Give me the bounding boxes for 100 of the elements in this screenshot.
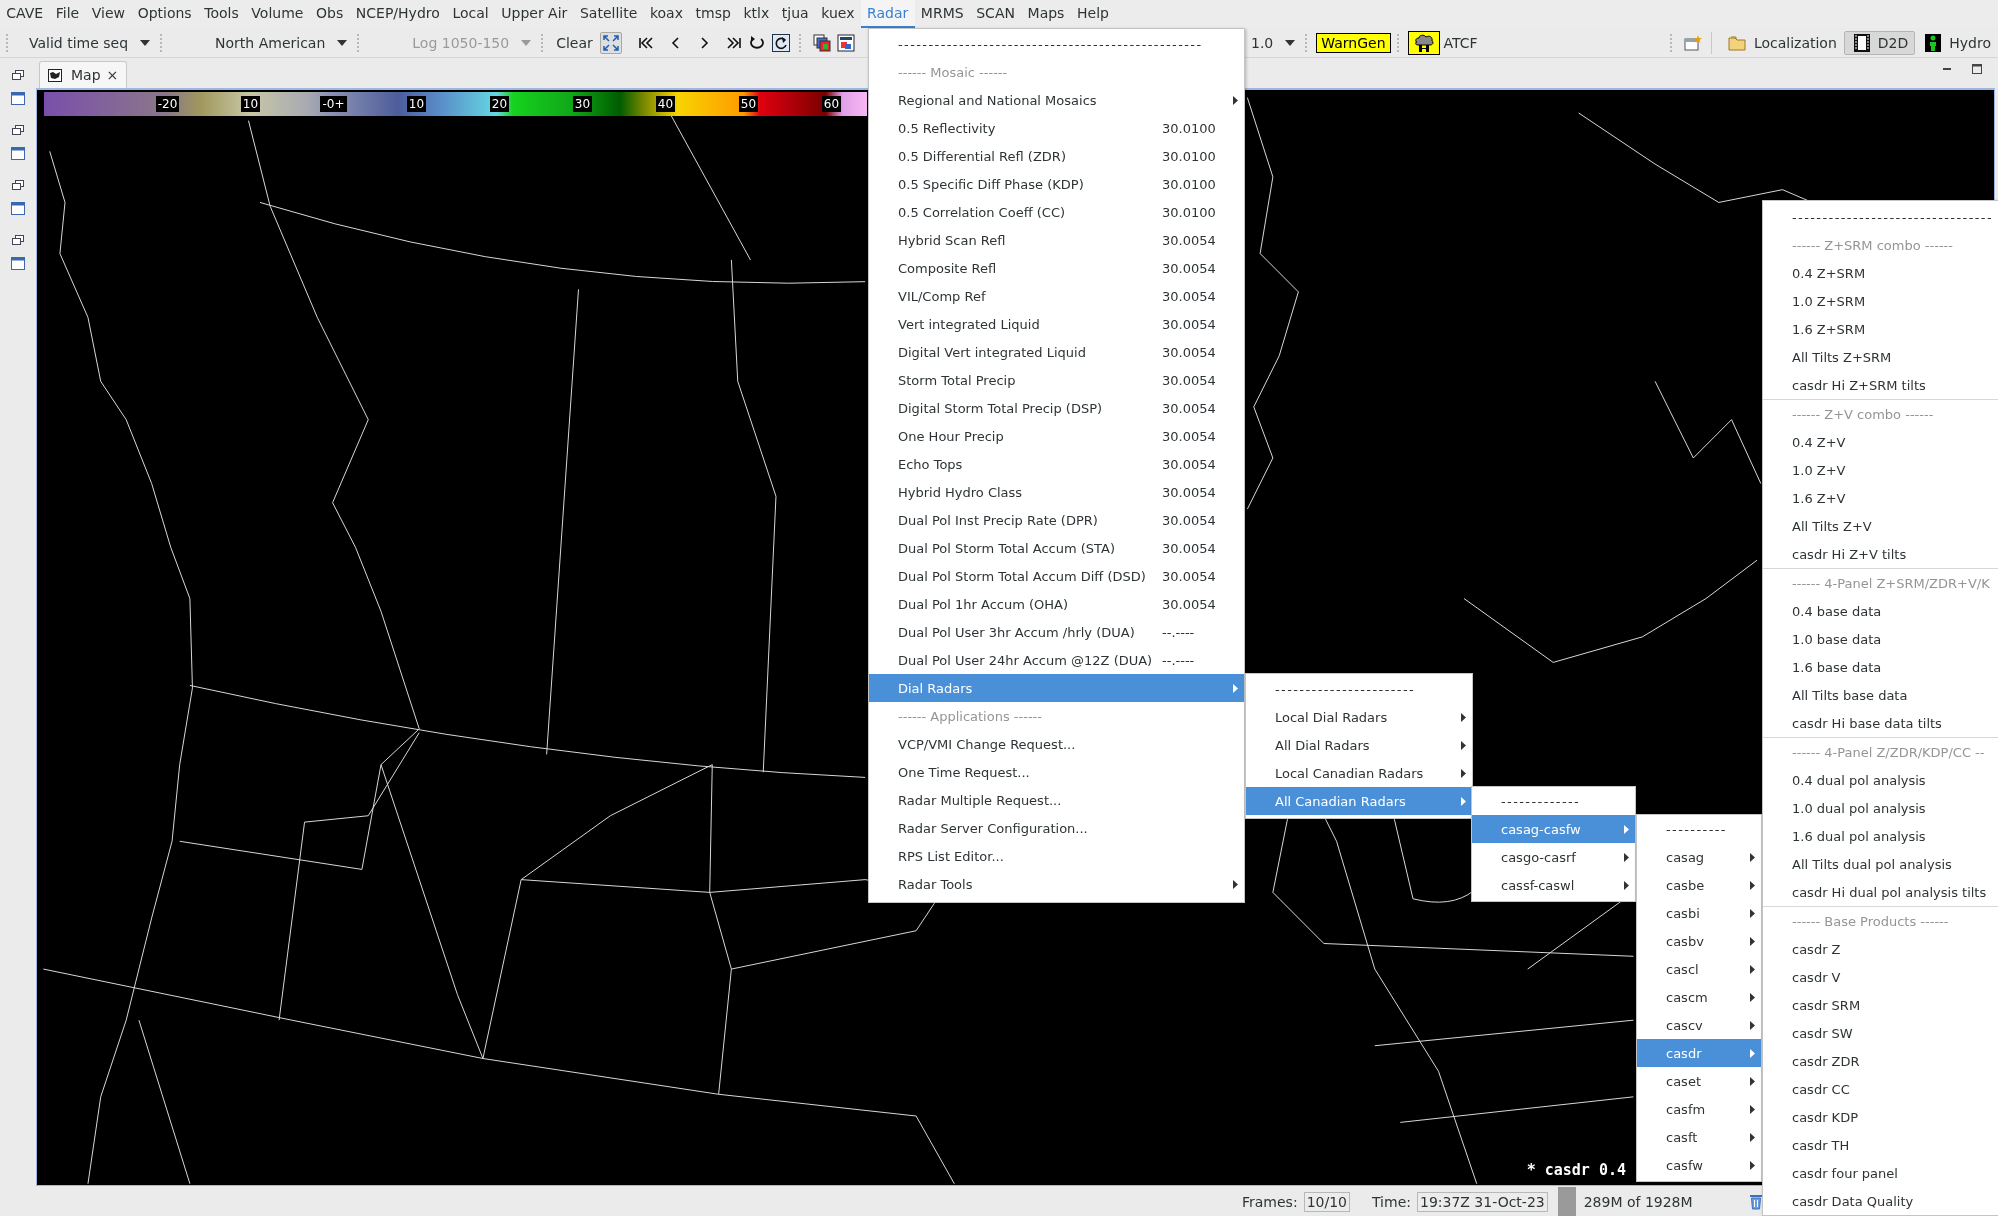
menu-item[interactable]: casdr Hi Z+V tilts — [1763, 540, 1998, 568]
menu-item[interactable]: All Tilts Z+SRM — [1763, 343, 1998, 371]
menu-item[interactable]: Regional and National Mosaics — [869, 86, 1244, 114]
menu-item[interactable]: 1.6 Z+SRM — [1763, 315, 1998, 343]
window-icon[interactable] — [11, 202, 25, 215]
menu-item[interactable]: All Dial Radars — [1246, 731, 1472, 759]
menu-item[interactable]: cascm — [1637, 983, 1761, 1011]
menu-item[interactable]: casdr Data Quality — [1763, 1187, 1998, 1215]
menu-item[interactable]: casdr SRM — [1763, 991, 1998, 1019]
first-frame-icon[interactable] — [637, 35, 654, 50]
menu-item[interactable]: casdr CC — [1763, 1075, 1998, 1103]
menu-item[interactable]: Dual Pol 1hr Accum (OHA) 30.0054 — [869, 590, 1244, 618]
dropdown[interactable]: Valid time seq — [25, 32, 155, 53]
menu-item[interactable]: casag — [1637, 843, 1761, 871]
menu-item[interactable]: cascl — [1637, 955, 1761, 983]
window-icon[interactable] — [11, 257, 25, 270]
menu-item[interactable]: 1.0 base data — [1763, 625, 1998, 653]
menu-item[interactable]: casdr Hi dual pol analysis tilts — [1763, 878, 1998, 906]
menu-item[interactable]: All Tilts dual pol analysis — [1763, 850, 1998, 878]
menu-item[interactable]: 1.6 dual pol analysis — [1763, 822, 1998, 850]
window-icon[interactable] — [11, 92, 25, 105]
menu-item[interactable]: Composite Refl 30.0054 — [869, 254, 1244, 282]
menu-item[interactable]: Dual Pol User 24hr Accum @12Z (DUA) --.---- — [869, 646, 1244, 674]
dropdown[interactable]: North American — [211, 32, 352, 53]
menu-bar-item[interactable]: Radar — [860, 0, 915, 28]
window-icon[interactable] — [11, 147, 25, 160]
menu-item[interactable]: VIL/Comp Ref 30.0054 — [869, 282, 1244, 310]
menu-item[interactable]: casbi — [1637, 899, 1761, 927]
perspective-button[interactable]: Hydro — [1915, 30, 1998, 55]
menu-item[interactable]: casdr V — [1763, 963, 1998, 991]
menu-bar-item[interactable]: koax — [643, 0, 690, 28]
close-button[interactable]: × — [106, 67, 119, 83]
menu-bar-item[interactable]: View — [85, 0, 132, 28]
menu-item[interactable]: casbe — [1637, 871, 1761, 899]
editor-tab[interactable]: Map × — [39, 61, 128, 88]
menu-bar-item[interactable]: Upper Air — [495, 0, 574, 28]
menu-bar-item[interactable]: Maps — [1021, 0, 1071, 28]
menu-item[interactable]: 1.0 Z+SRM — [1763, 287, 1998, 315]
menu-item[interactable]: 0.4 base data — [1763, 597, 1998, 625]
menu-bar-item[interactable]: CAVE — [0, 0, 50, 28]
menu-item[interactable]: Dual Pol Inst Precip Rate (DPR) 30.0054 — [869, 506, 1244, 534]
menu-item[interactable]: 1.6 base data — [1763, 653, 1998, 681]
menu-item[interactable]: Hybrid Hydro Class 30.0054 — [869, 478, 1244, 506]
menu-item[interactable]: 0.5 Reflectivity 30.0100 — [869, 114, 1244, 142]
menu-item[interactable]: casbv — [1637, 927, 1761, 955]
menu-item[interactable]: casdr SW — [1763, 1019, 1998, 1047]
menu-item[interactable]: Digital Storm Total Precip (DSP) 30.0054 — [869, 394, 1244, 422]
image-frame-icon[interactable] — [836, 33, 855, 52]
menu-item[interactable]: Dual Pol Storm Total Accum Diff (DSD) 30.0054 — [869, 562, 1244, 590]
toolbar-button[interactable]: ATCF — [1439, 32, 1482, 53]
perspective-button[interactable]: Localization — [1717, 31, 1844, 54]
maximize-icon[interactable] — [1972, 64, 1982, 74]
new-window-icon[interactable] — [1683, 34, 1702, 51]
restore-icon[interactable] — [12, 125, 24, 135]
menu-item[interactable]: 0.5 Specific Diff Phase (KDP) 30.0100 — [869, 170, 1244, 198]
loop-icon[interactable] — [747, 34, 766, 51]
menu-item[interactable]: 1.0 dual pol analysis — [1763, 794, 1998, 822]
menu-item[interactable]: 0.4 Z+V — [1763, 428, 1998, 456]
menu-bar-item[interactable]: Obs — [309, 0, 350, 28]
menu-item[interactable]: Vert integrated Liquid 30.0054 — [869, 310, 1244, 338]
menu-item[interactable]: casdr TH — [1763, 1131, 1998, 1159]
menu-bar-item[interactable]: Satellite — [573, 0, 644, 28]
last-frame-icon[interactable] — [725, 35, 742, 50]
trash-icon[interactable] — [1749, 1194, 1762, 1210]
perspective-button[interactable]: D2D — [1843, 30, 1916, 55]
menu-item[interactable]: Digital Vert integrated Liquid 30.0054 — [869, 338, 1244, 366]
menu-item[interactable]: casdr Hi Z+SRM tilts — [1763, 371, 1998, 399]
menu-bar-item[interactable]: kuex — [814, 0, 861, 28]
menu-bar-item[interactable]: Volume — [245, 0, 310, 28]
menu-item[interactable]: Echo Tops 30.0054 — [869, 450, 1244, 478]
menu-bar-item[interactable]: SCAN — [969, 0, 1022, 28]
menu-item[interactable]: caset — [1637, 1067, 1761, 1095]
menu-item[interactable]: Hybrid Scan Refl 30.0054 — [869, 226, 1244, 254]
menu-item[interactable]: 0.4 Z+SRM — [1763, 259, 1998, 287]
toolbar-button[interactable]: Clear — [552, 32, 597, 53]
dropdown[interactable]: 1.0 — [1247, 32, 1300, 53]
refresh-icon[interactable] — [771, 33, 790, 52]
menu-item[interactable]: casdr KDP — [1763, 1103, 1998, 1131]
restore-icon[interactable] — [12, 235, 24, 245]
menu-item[interactable]: casdr Hi base data tilts — [1763, 709, 1998, 737]
menu-item[interactable]: Radar Server Configuration... — [869, 814, 1244, 842]
menu-item[interactable]: VCP/VMI Change Request... — [869, 730, 1244, 758]
menu-item[interactable]: cascv — [1637, 1011, 1761, 1039]
menu-bar-item[interactable]: Help — [1070, 0, 1116, 28]
menu-item[interactable]: One Hour Precip 30.0054 — [869, 422, 1244, 450]
menu-item[interactable]: casfm — [1637, 1095, 1761, 1123]
previous-icon[interactable] — [669, 35, 682, 50]
menu-item[interactable]: 1.6 Z+V — [1763, 484, 1998, 512]
menu-bar-item[interactable]: tmsp — [689, 0, 738, 28]
menu-bar-item[interactable]: ktlx — [737, 0, 776, 28]
restore-icon[interactable] — [12, 180, 24, 190]
menu-bar-item[interactable]: Tools — [197, 0, 246, 28]
menu-item[interactable]: 1.0 Z+V — [1763, 456, 1998, 484]
menu-item[interactable]: Local Canadian Radars — [1246, 759, 1472, 787]
menu-item[interactable]: Dual Pol Storm Total Accum (STA) 30.0054 — [869, 534, 1244, 562]
menu-item[interactable]: casft — [1637, 1123, 1761, 1151]
menu-item[interactable]: 0.4 dual pol analysis — [1763, 766, 1998, 794]
menu-item[interactable]: 0.5 Differential Refl (ZDR) 30.0100 — [869, 142, 1244, 170]
menu-item[interactable]: casdr four panel — [1763, 1159, 1998, 1187]
image-stack-icon[interactable] — [812, 33, 831, 52]
